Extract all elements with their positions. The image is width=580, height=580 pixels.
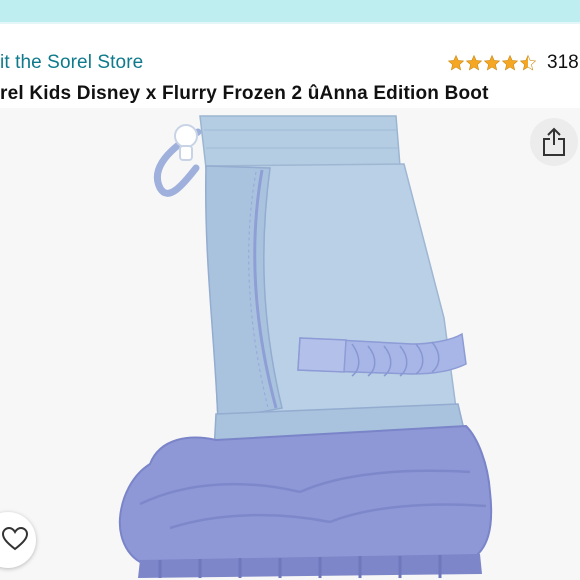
visit-store-link[interactable]: it the Sorel Store xyxy=(0,52,143,74)
product-image-gallery[interactable] xyxy=(0,108,580,580)
star-icon xyxy=(501,54,519,71)
share-icon xyxy=(543,127,565,156)
product-title: rel Kids Disney x Flurry Frozen 2 ûAnna … xyxy=(0,83,489,104)
half-star-icon xyxy=(519,54,537,71)
rating-count[interactable]: 318 xyxy=(547,52,579,74)
top-banner-divider xyxy=(0,22,580,24)
top-banner-strip xyxy=(0,0,580,22)
heart-icon xyxy=(2,527,28,551)
star-icon xyxy=(447,54,465,71)
share-button[interactable] xyxy=(530,118,578,166)
product-image xyxy=(118,115,493,578)
rating-stars xyxy=(447,54,537,72)
product-rating[interactable]: 318 xyxy=(447,50,579,76)
star-icon xyxy=(465,54,483,71)
star-icon xyxy=(483,54,501,71)
